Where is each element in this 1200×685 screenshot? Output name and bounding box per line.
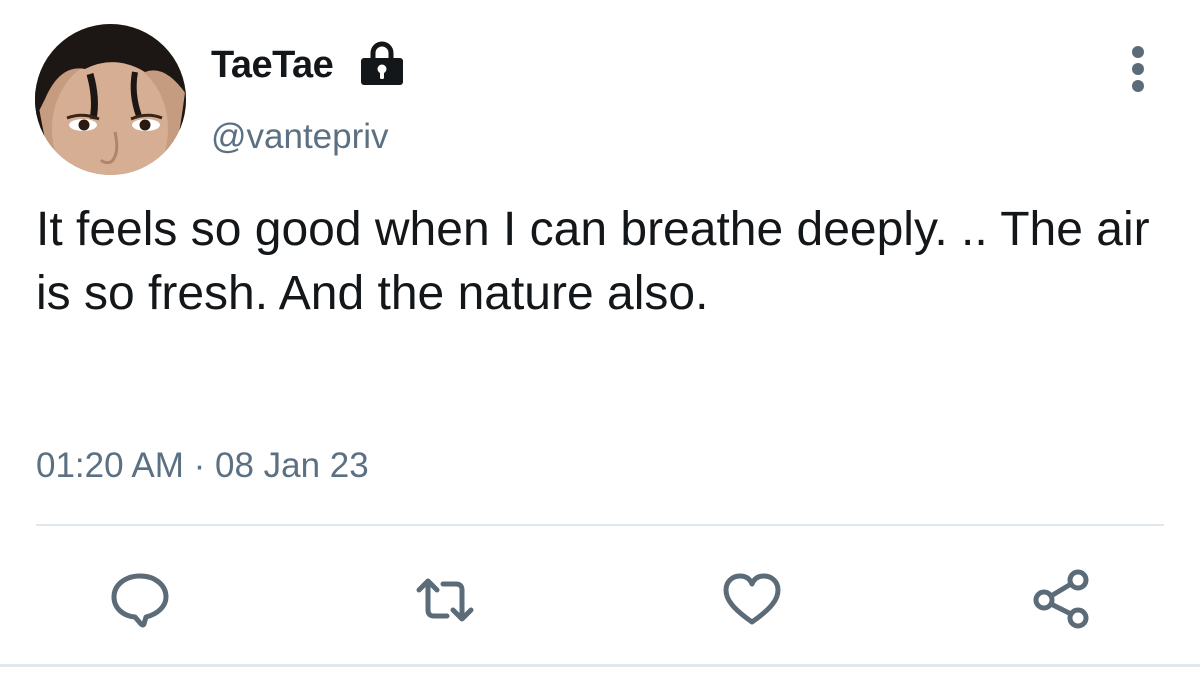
retweet-icon xyxy=(416,578,474,622)
reply-button[interactable] xyxy=(108,568,172,632)
avatar[interactable] xyxy=(35,24,186,175)
share-icon xyxy=(1033,569,1089,629)
tweet-time: 01:20 AM xyxy=(36,446,184,485)
avatar-image xyxy=(35,24,186,175)
tweet-date: 08 Jan 23 xyxy=(215,446,369,485)
like-button[interactable] xyxy=(720,568,784,632)
tweet-card: TaeTae @vantepriv It feels so good when … xyxy=(0,0,1200,685)
tweet-text: It feels so good when I can breathe deep… xyxy=(36,203,1150,320)
vertical-ellipsis-dot xyxy=(1132,63,1144,75)
lock-icon xyxy=(361,41,403,85)
divider xyxy=(36,524,1164,526)
vertical-ellipsis-dot xyxy=(1132,80,1144,92)
retweet-button[interactable] xyxy=(413,568,477,632)
share-button[interactable] xyxy=(1030,568,1094,632)
vertical-ellipsis-icon xyxy=(1132,46,1144,58)
bottom-divider xyxy=(0,664,1200,667)
heart-icon xyxy=(723,573,781,625)
timestamp-separator: · xyxy=(183,446,215,485)
more-options-button[interactable] xyxy=(1118,46,1158,104)
tweet-timestamp[interactable]: 01:20 AM · 08 Jan 23 xyxy=(36,446,369,486)
display-name[interactable]: TaeTae xyxy=(211,44,334,87)
user-handle[interactable]: @vantepriv xyxy=(211,117,389,157)
speech-bubble-icon xyxy=(111,573,169,628)
